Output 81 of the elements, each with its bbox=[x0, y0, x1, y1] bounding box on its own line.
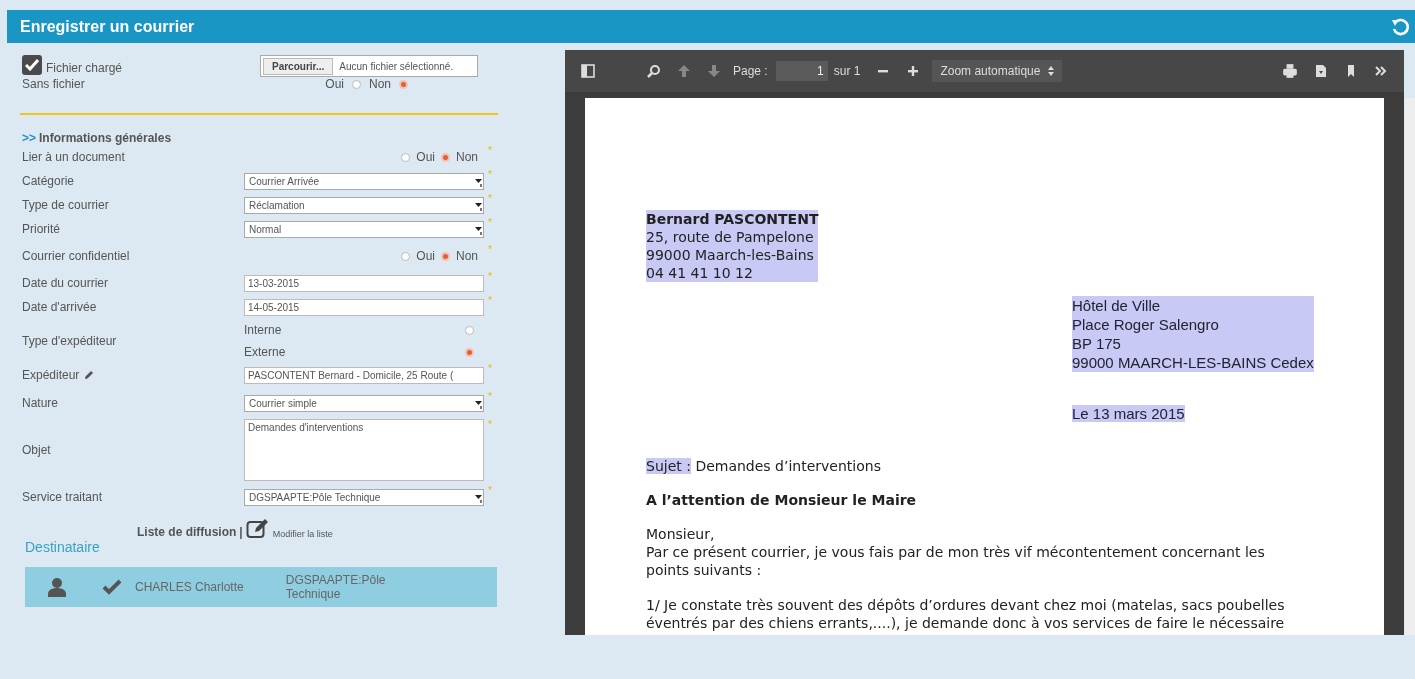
field-label: Nature bbox=[22, 396, 59, 410]
letter-paragraph: 1/ Je constate très souvent des dépôts d’ordures devant chez moi (matelas, sacs poubelles éventrés par des chiens errants,....), je demande donc à vos services de faire le nécessaire bbox=[646, 596, 1286, 632]
field-label: Priorité bbox=[22, 222, 60, 236]
text-field[interactable]: PASCONTENT Bernard - Domicile, 25 Route ( bbox=[244, 366, 484, 384]
required-mark: * bbox=[487, 485, 493, 496]
field-label: Sans fichier bbox=[22, 77, 85, 91]
field-label: Date d'arrivée bbox=[22, 300, 97, 314]
subject-label: Sujet : bbox=[646, 458, 691, 474]
field-label: Courrier confidentiel bbox=[22, 249, 130, 263]
field-label: Type d'expéditeur bbox=[22, 334, 117, 348]
text-field[interactable]: 13-03-2015 bbox=[244, 274, 484, 292]
option-label: Oui bbox=[325, 77, 344, 91]
select-field[interactable]: Normal bbox=[244, 220, 484, 238]
letter-paragraph: Monsieur, Par ce présent courrier, je vous fais par de mon très vif mécontentement concernant les points suivants : bbox=[646, 525, 1266, 579]
scrollbar[interactable] bbox=[1405, 98, 1415, 635]
required-mark: * bbox=[487, 419, 493, 430]
field-label: Type de courrier bbox=[22, 198, 109, 212]
subject-text: Demandes d’interventions bbox=[695, 458, 881, 474]
required-mark: * bbox=[487, 244, 493, 255]
required-mark: * bbox=[487, 391, 493, 402]
letter-date: Le 13 mars 2015 bbox=[1072, 405, 1185, 422]
page-label: Page : bbox=[733, 64, 768, 78]
list-title: Liste de diffusion bbox=[137, 525, 237, 539]
required-mark: * bbox=[487, 271, 493, 282]
recipient-address: Hôtel de Ville Place Roger Salengro BP 175 99000 MAARCH-LES-BAINS Cedex bbox=[1072, 296, 1314, 372]
select-field[interactable]: Courrier simple bbox=[244, 394, 484, 412]
section-marker: >> bbox=[22, 131, 36, 145]
page-count: sur 1 bbox=[833, 64, 861, 78]
radio-button[interactable] bbox=[401, 251, 411, 261]
page-title: Enregistrer un courrier bbox=[20, 17, 195, 36]
required-mark: * bbox=[487, 145, 493, 156]
option-label: Non bbox=[456, 150, 478, 164]
radio-button[interactable] bbox=[399, 79, 408, 89]
select-field[interactable]: Réclamation bbox=[244, 196, 484, 214]
field-label: Objet bbox=[22, 443, 51, 457]
option-label: Non bbox=[456, 249, 478, 263]
radio-button[interactable] bbox=[352, 79, 361, 89]
user-icon bbox=[47, 577, 67, 597]
section-title: Informations générales bbox=[39, 131, 172, 145]
page-number-field[interactable]: 1 bbox=[775, 61, 828, 81]
required-mark: * bbox=[487, 193, 493, 204]
checkbox-label: Fichier chargé bbox=[46, 61, 123, 75]
required-mark: * bbox=[487, 169, 493, 180]
edit-icon[interactable] bbox=[245, 517, 270, 539]
recipient-service: DGSPAAPTE:Pôle Technique bbox=[285, 573, 387, 601]
option-label: Externe bbox=[244, 345, 286, 359]
check-icon bbox=[102, 579, 122, 595]
checkbox[interactable] bbox=[22, 55, 42, 75]
separator: | bbox=[239, 525, 243, 539]
file-status: Aucun fichier sélectionné. bbox=[339, 60, 454, 72]
option-label: Oui bbox=[416, 150, 435, 164]
option-label: Interne bbox=[244, 323, 282, 337]
zoom-select[interactable]: Zoom automatique bbox=[932, 60, 1063, 82]
section-heading: Destinataire bbox=[25, 539, 101, 555]
recipient-name: CHARLES Charlotte bbox=[135, 580, 244, 594]
radio-button[interactable] bbox=[401, 152, 411, 162]
radio-button[interactable] bbox=[441, 152, 450, 162]
field-label: Date du courrier bbox=[22, 276, 109, 290]
required-mark: * bbox=[487, 295, 493, 306]
radio-button[interactable] bbox=[465, 347, 474, 357]
pencil-icon[interactable] bbox=[84, 370, 95, 380]
required-mark: * bbox=[487, 217, 493, 228]
field-label: Service traitant bbox=[22, 490, 103, 504]
letter-heading: A l’attention de Monsieur le Maire bbox=[646, 491, 918, 509]
browse-button[interactable]: Parcourir... bbox=[263, 57, 334, 75]
option-label: Non bbox=[369, 77, 391, 91]
field-label: Catégorie bbox=[22, 174, 75, 188]
text-area[interactable]: Demandes d'interventions bbox=[244, 419, 484, 481]
select-field[interactable]: DGSPAAPTE:Pôle Technique bbox=[244, 488, 484, 506]
sender-address: Bernard PASCONTENT 25, route de Pampelone 99000 Maarch-les-Bains 04 41 41 10 12 bbox=[646, 210, 819, 282]
option-label: Oui bbox=[416, 249, 435, 263]
required-mark: * bbox=[487, 363, 493, 374]
caret-icon bbox=[1048, 66, 1055, 76]
edit-list-link[interactable]: Modifier la liste bbox=[272, 529, 333, 539]
field-label: Expéditeur bbox=[22, 368, 80, 382]
radio-button[interactable] bbox=[441, 251, 450, 261]
field-label: Lier à un document bbox=[22, 150, 125, 164]
select-field[interactable]: Courrier Arrivée bbox=[244, 172, 484, 190]
refresh-icon[interactable] bbox=[1391, 17, 1409, 36]
radio-button[interactable] bbox=[465, 325, 474, 335]
text-field[interactable]: 14-05-2015 bbox=[244, 298, 484, 316]
